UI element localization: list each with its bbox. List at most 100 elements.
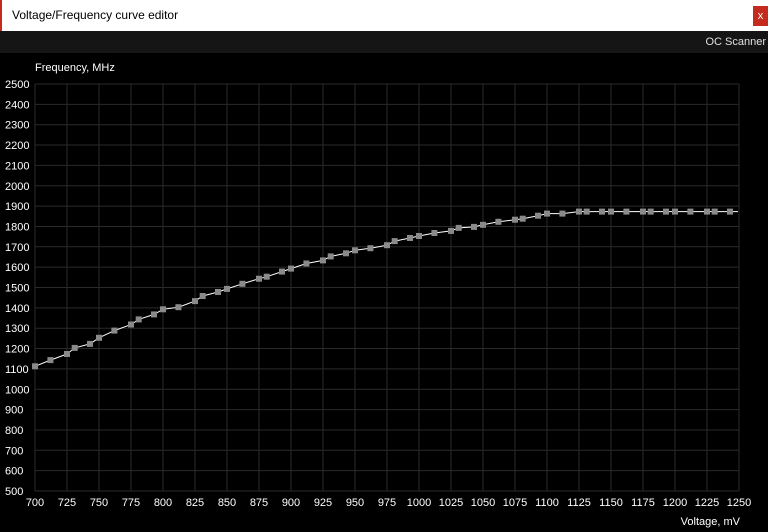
curve-point[interactable] xyxy=(480,221,486,228)
curve-point[interactable] xyxy=(663,208,669,215)
x-tick-label: 850 xyxy=(218,497,236,509)
x-tick-label: 1200 xyxy=(663,497,687,509)
curve-point[interactable] xyxy=(303,260,310,267)
curve-point[interactable] xyxy=(687,208,694,215)
curve-point[interactable] xyxy=(391,238,398,245)
title-bar: Voltage/Frequency curve editor x xyxy=(0,0,768,31)
curve-point[interactable] xyxy=(239,280,246,287)
curve-point[interactable] xyxy=(559,210,566,217)
curve-point[interactable] xyxy=(47,357,54,364)
y-tick-label: 1000 xyxy=(5,384,29,396)
curve-point[interactable] xyxy=(111,327,118,334)
curve-point[interactable] xyxy=(672,208,678,215)
close-button[interactable]: x xyxy=(753,6,768,26)
y-tick-label: 2400 xyxy=(5,99,29,111)
y-tick-label: 2500 xyxy=(5,79,29,91)
curve-point[interactable] xyxy=(727,208,733,215)
x-tick-label: 1025 xyxy=(439,497,463,509)
curve-point[interactable] xyxy=(87,340,93,347)
curve-point[interactable] xyxy=(263,273,270,280)
curve-point[interactable] xyxy=(32,363,38,370)
toolbar: OC Scanner xyxy=(0,31,768,53)
curve-point[interactable] xyxy=(352,247,358,254)
x-tick-label: 725 xyxy=(58,497,76,509)
curve-point[interactable] xyxy=(224,285,230,292)
x-tick-label: 750 xyxy=(90,497,108,509)
curve-point[interactable] xyxy=(215,289,221,295)
curve-point[interactable] xyxy=(471,223,477,230)
curve-point[interactable] xyxy=(160,306,166,313)
y-tick-label: 1700 xyxy=(5,242,29,254)
y-tick-label: 2200 xyxy=(5,140,29,152)
curve-point[interactable] xyxy=(576,208,582,215)
x-tick-label: 825 xyxy=(186,497,204,509)
curve-point[interactable] xyxy=(407,235,413,241)
y-tick-label: 600 xyxy=(5,466,23,478)
curve-point[interactable] xyxy=(455,224,462,231)
y-tick-label: 2100 xyxy=(5,160,29,172)
curve-point[interactable] xyxy=(431,230,438,236)
grid xyxy=(34,83,740,492)
x-tick-label: 1000 xyxy=(407,497,431,509)
y-tick-label: 1900 xyxy=(5,201,29,213)
curve-point[interactable] xyxy=(343,250,349,257)
curve-point[interactable] xyxy=(71,344,78,351)
y-tick-label: 1200 xyxy=(5,344,29,356)
curve-point[interactable] xyxy=(320,257,326,264)
curve-point[interactable] xyxy=(416,233,422,239)
curve-point[interactable] xyxy=(711,208,718,215)
x-tick-label: 975 xyxy=(378,497,396,509)
curve-point[interactable] xyxy=(640,208,646,215)
curve-point[interactable] xyxy=(128,321,134,328)
y-tick-label: 700 xyxy=(5,445,23,457)
vf-curve-chart[interactable]: 500 600 700 800 900 1000 1100 1200 1300 1400 1500 1… xyxy=(0,53,768,532)
curve-point[interactable] xyxy=(64,351,70,357)
y-tick-label: 1400 xyxy=(5,303,29,315)
y-tick-label: 2300 xyxy=(5,120,29,132)
x-tick-label: 900 xyxy=(282,497,300,509)
curve-point[interactable] xyxy=(599,208,605,215)
curve-point[interactable] xyxy=(647,208,654,215)
curve-point[interactable] xyxy=(367,245,374,252)
x-tick-label: 1225 xyxy=(695,497,719,509)
curve-point[interactable] xyxy=(279,268,285,275)
x-tick-label: 950 xyxy=(346,497,364,509)
curve-point[interactable] xyxy=(448,227,454,234)
y-tick-label: 1100 xyxy=(5,364,29,376)
y-tick-label: 2000 xyxy=(5,181,29,193)
curve-points[interactable] xyxy=(32,208,733,370)
x-tick-label: 1075 xyxy=(503,497,527,509)
curve-point[interactable] xyxy=(199,293,206,299)
curve-point[interactable] xyxy=(175,304,182,311)
curve-point[interactable] xyxy=(384,242,390,249)
tick-labels: 500 600 700 800 900 1000 1100 1200 1300 1400 1500 1… xyxy=(5,79,751,509)
curve-point[interactable] xyxy=(327,253,334,260)
curve-point[interactable] xyxy=(623,208,630,215)
curve-point[interactable] xyxy=(151,311,157,318)
x-tick-label: 1100 xyxy=(535,497,559,509)
y-tick-label: 800 xyxy=(5,425,23,437)
x-tick-label: 875 xyxy=(250,497,268,509)
curve-point[interactable] xyxy=(544,210,550,217)
oc-scanner-button[interactable]: OC Scanner xyxy=(705,36,766,48)
curve-point[interactable] xyxy=(704,208,710,215)
x-tick-label: 1250 xyxy=(727,497,751,509)
x-tick-label: 700 xyxy=(26,497,44,509)
x-tick-label: 1175 xyxy=(631,497,655,509)
curve-point[interactable] xyxy=(495,218,502,225)
x-tick-label: 1050 xyxy=(471,497,495,509)
curve-point[interactable] xyxy=(288,265,294,272)
curve-point[interactable] xyxy=(519,215,526,222)
y-tick-label: 500 xyxy=(5,486,23,498)
curve-point[interactable] xyxy=(608,208,614,215)
y-tick-label: 1300 xyxy=(5,323,29,335)
curve-point[interactable] xyxy=(583,208,590,215)
curve-point[interactable] xyxy=(256,275,262,282)
curve-point[interactable] xyxy=(192,298,198,305)
x-tick-label: 1150 xyxy=(599,497,623,509)
curve-point[interactable] xyxy=(512,216,518,223)
curve-point[interactable] xyxy=(535,212,541,219)
curve-point[interactable] xyxy=(135,316,142,323)
y-axis-label: Frequency, MHz xyxy=(35,62,115,74)
curve-point[interactable] xyxy=(96,334,102,341)
